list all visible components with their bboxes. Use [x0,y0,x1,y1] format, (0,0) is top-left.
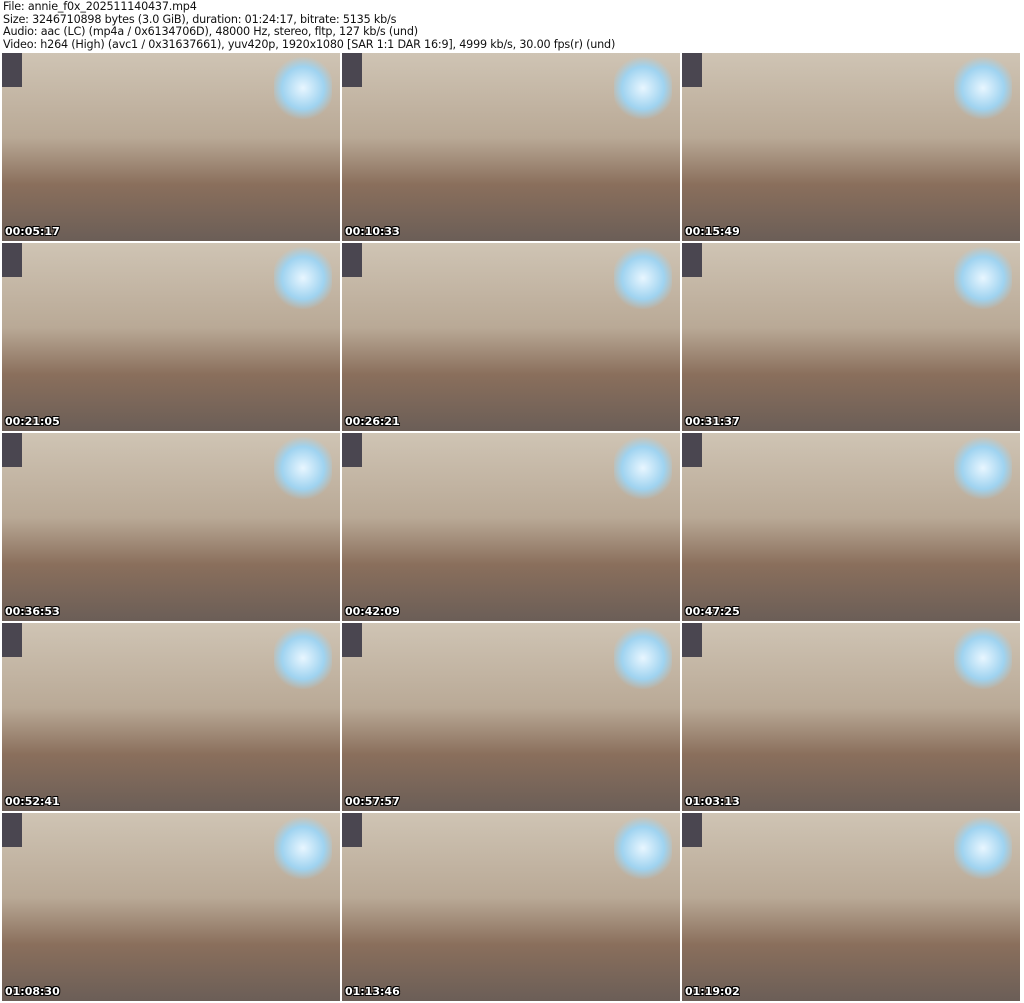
timestamp-label: 00:31:37 [685,415,740,428]
timestamp-label: 00:15:49 [685,225,740,238]
thumbnail-frame: 01:03:13 [682,623,1020,811]
thumbnail-frame: 00:26:21 [342,243,680,431]
thumbnail-frame: 00:31:37 [682,243,1020,431]
overlay-toolbar [342,623,362,657]
thumbnail-frame: 01:13:46 [342,813,680,1001]
lamp-light [274,247,332,309]
lamp-light [954,817,1012,879]
lamp-light [954,437,1012,499]
lamp-light [954,247,1012,309]
thumbnail-frame: 01:19:02 [682,813,1020,1001]
thumbnail-frame: 00:42:09 [342,433,680,621]
lamp-light [614,57,672,119]
thumbnail-frame: 00:15:49 [682,53,1020,241]
thumbnail-grid: 00:05:17 00:10:33 00:15:49 00:21:05 00:26:21… [2,53,1020,1001]
timestamp-label: 00:10:33 [345,225,400,238]
overlay-toolbar [342,53,362,87]
overlay-toolbar [2,243,22,277]
thumbnail-frame: 00:57:57 [342,623,680,811]
overlay-toolbar [2,623,22,657]
overlay-toolbar [682,813,702,847]
lamp-light [274,627,332,689]
thumbnail-frame: 01:08:30 [2,813,340,1001]
thumbnail-frame: 00:05:17 [2,53,340,241]
timestamp-label: 00:42:09 [345,605,400,618]
lamp-light [274,817,332,879]
lamp-light [274,437,332,499]
timestamp-label: 01:13:46 [345,985,400,998]
overlay-toolbar [342,813,362,847]
thumbnail-frame: 00:21:05 [2,243,340,431]
timestamp-label: 00:26:21 [345,415,400,428]
thumbnail-frame: 00:36:53 [2,433,340,621]
overlay-toolbar [342,433,362,467]
timestamp-label: 01:03:13 [685,795,740,808]
lamp-light [954,627,1012,689]
lamp-light [614,247,672,309]
overlay-toolbar [682,53,702,87]
overlay-toolbar [2,53,22,87]
overlay-toolbar [342,243,362,277]
overlay-toolbar [2,813,22,847]
lamp-light [274,57,332,119]
timestamp-label: 00:52:41 [5,795,60,808]
file-info-header: File: annie_f0x_202511140437.mp4 Size: 3… [3,0,616,51]
overlay-toolbar [2,433,22,467]
thumbnail-frame: 00:10:33 [342,53,680,241]
lamp-light [614,817,672,879]
lamp-light [614,437,672,499]
thumbnail-frame: 00:47:25 [682,433,1020,621]
timestamp-label: 00:47:25 [685,605,740,618]
overlay-toolbar [682,623,702,657]
timestamp-label: 00:05:17 [5,225,60,238]
timestamp-label: 01:08:30 [5,985,60,998]
timestamp-label: 00:36:53 [5,605,60,618]
file-name: File: annie_f0x_202511140437.mp4 [3,0,197,13]
timestamp-label: 00:21:05 [5,415,60,428]
audio-info: Audio: aac (LC) (mp4a / 0x6134706D), 480… [3,25,418,39]
overlay-toolbar [682,243,702,277]
thumbnail-frame: 00:52:41 [2,623,340,811]
lamp-light [614,627,672,689]
timestamp-label: 01:19:02 [685,985,740,998]
video-info: Video: h264 (High) (avc1 / 0x31637661), … [3,37,616,51]
timestamp-label: 00:57:57 [345,795,400,808]
lamp-light [954,57,1012,119]
overlay-toolbar [682,433,702,467]
